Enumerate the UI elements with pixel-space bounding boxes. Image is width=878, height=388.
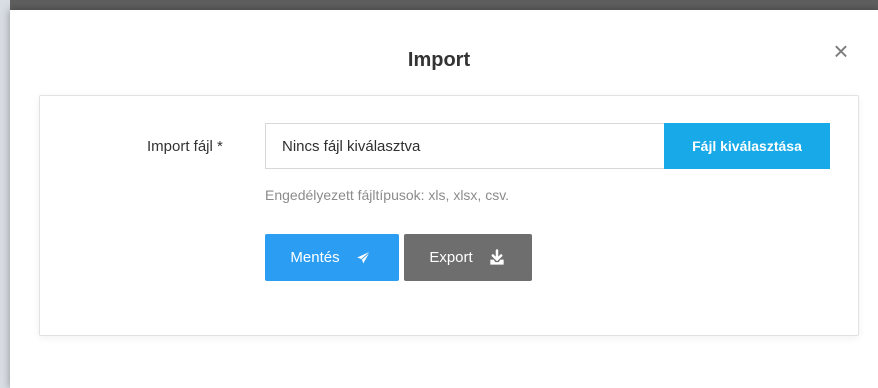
download-icon bbox=[487, 248, 507, 268]
modal-title: Import bbox=[407, 49, 471, 71]
paper-plane-icon bbox=[354, 248, 374, 268]
file-input[interactable]: Nincs fájl kiválasztva bbox=[265, 123, 664, 169]
save-button-label: Mentés bbox=[290, 249, 340, 266]
export-button-label: Export bbox=[429, 249, 473, 266]
close-button[interactable]: × bbox=[828, 38, 854, 64]
save-button[interactable]: Mentés bbox=[265, 234, 399, 281]
close-icon: × bbox=[833, 36, 849, 66]
allowed-file-types-text: Engedélyezett fájltípusok: xls, xlsx, cs… bbox=[265, 187, 510, 203]
file-input-value: Nincs fájl kiválasztva bbox=[282, 137, 421, 155]
import-file-label: Import fájl * bbox=[147, 138, 223, 155]
export-button[interactable]: Export bbox=[404, 234, 532, 281]
choose-file-button[interactable]: Fájl kiválasztása bbox=[664, 123, 830, 169]
